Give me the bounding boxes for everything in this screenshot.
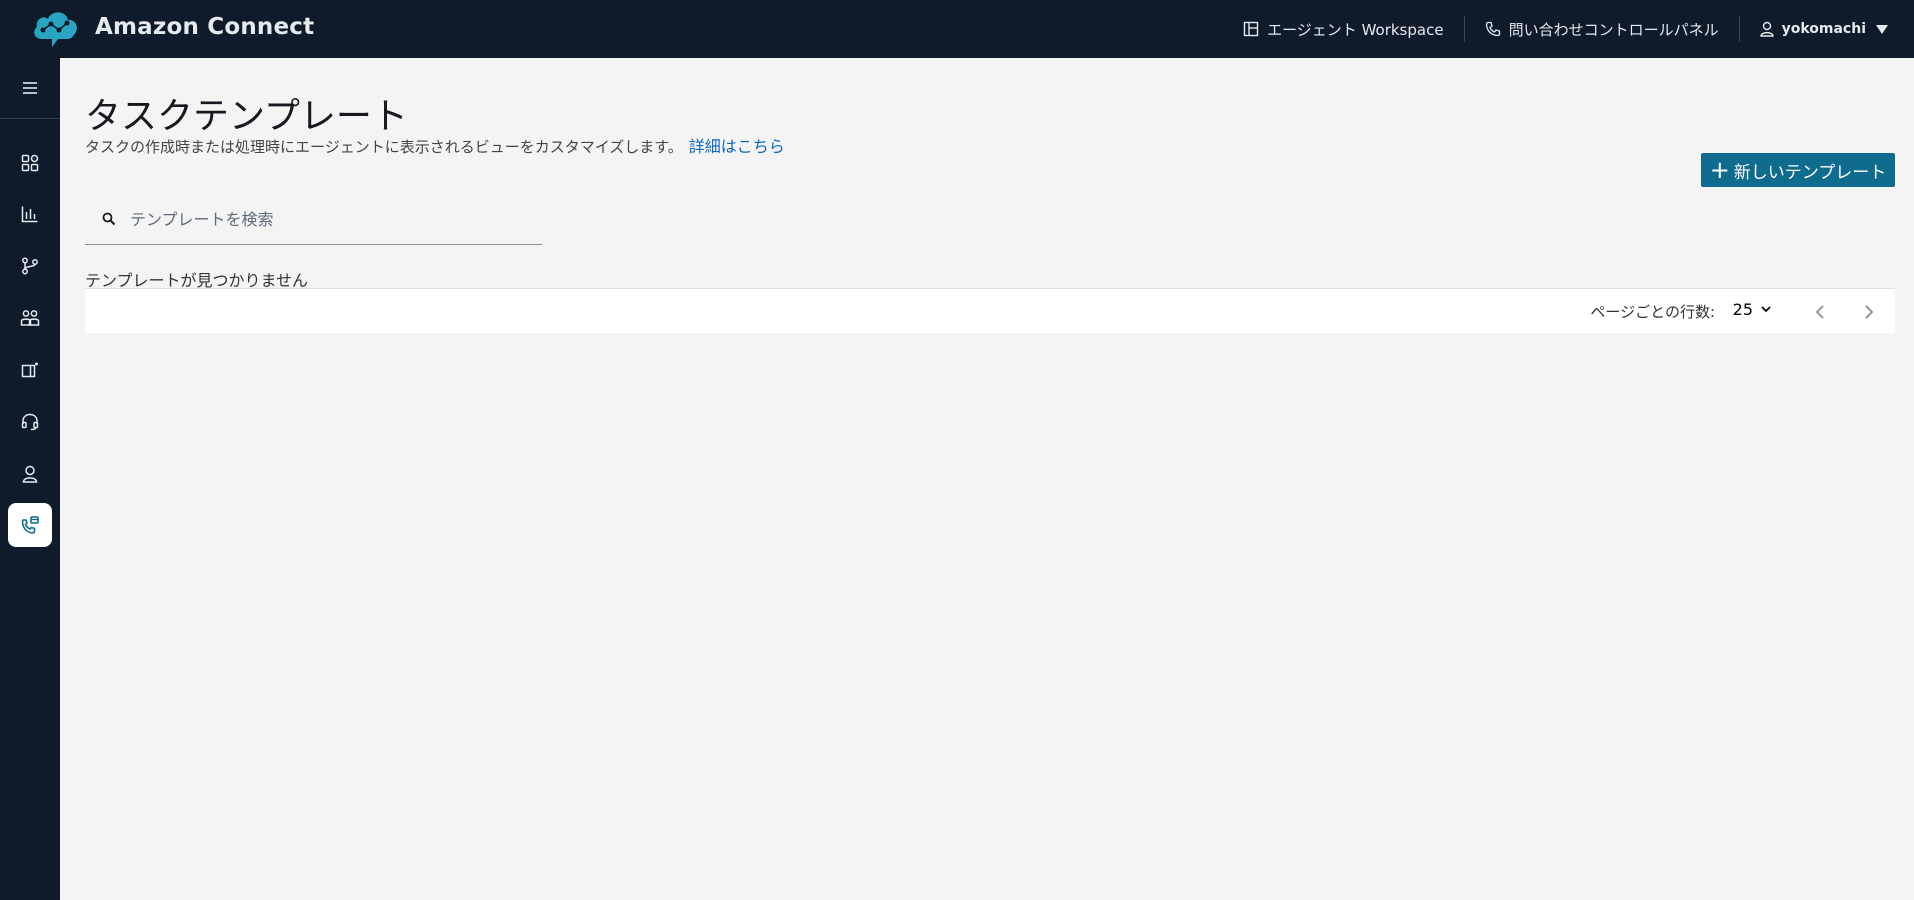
layout-icon xyxy=(1243,21,1259,37)
rows-per-page-select[interactable]: 25 xyxy=(1733,300,1771,319)
headset-icon xyxy=(21,413,39,431)
previous-page-button[interactable] xyxy=(1809,301,1831,323)
sidebar xyxy=(0,58,60,900)
new-template-button[interactable]: + 新しいテンプレート xyxy=(1701,153,1895,187)
plus-icon: + xyxy=(1709,156,1730,184)
sidebar-item-users[interactable] xyxy=(8,296,52,340)
sidebar-item-dashboard[interactable] xyxy=(8,141,52,185)
phone-icon xyxy=(1485,21,1500,37)
agent-workspace-link[interactable]: エージェント Workspace xyxy=(1243,19,1444,40)
table-footer: ページごとの行数: 25 xyxy=(85,288,1895,333)
chevron-right-icon xyxy=(1865,305,1874,319)
sidebar-divider xyxy=(0,118,60,119)
chevron-down-icon xyxy=(1761,306,1771,313)
agent-workspace-label: エージェント Workspace xyxy=(1267,20,1444,39)
divider xyxy=(1738,16,1740,42)
channels-icon xyxy=(21,362,38,378)
users-icon xyxy=(20,310,40,326)
analytics-icon xyxy=(21,206,38,223)
routing-icon xyxy=(22,257,38,275)
caret-down-icon xyxy=(1876,24,1888,34)
top-nav-bar: Amazon Connect エージェント Workspace 問い合わせコント… xyxy=(0,0,1914,58)
sidebar-item-task-templates[interactable] xyxy=(8,503,52,547)
new-template-label: 新しいテンプレート xyxy=(1733,162,1887,183)
sidebar-item-channels[interactable] xyxy=(8,348,52,392)
sidebar-item-contact-control[interactable] xyxy=(8,400,52,444)
app-title[interactable]: Amazon Connect xyxy=(95,14,314,40)
rows-per-page-value: 25 xyxy=(1732,300,1753,319)
menu-button[interactable] xyxy=(8,66,52,110)
divider xyxy=(1463,16,1465,42)
user-menu[interactable]: yokomachi xyxy=(1759,21,1888,37)
sidebar-item-analytics[interactable] xyxy=(8,192,52,236)
rows-per-page-label: ページごとの行数: xyxy=(1590,303,1715,321)
search-icon xyxy=(102,212,116,226)
sidebar-item-routing[interactable] xyxy=(8,244,52,288)
chevron-left-icon xyxy=(1815,305,1824,319)
contact-control-panel-link[interactable]: 問い合わせコントロールパネル xyxy=(1485,19,1719,40)
dashboard-icon xyxy=(21,154,39,172)
search-input[interactable] xyxy=(130,204,530,234)
amazon-connect-logo-icon xyxy=(30,5,80,51)
contact-control-panel-label: 問い合わせコントロールパネル xyxy=(1508,20,1719,39)
search-field xyxy=(85,194,542,245)
user-icon xyxy=(1759,21,1774,37)
task-templates-icon xyxy=(21,516,39,534)
description-text: タスクの作成時または処理時にエージェントに表示されるビューをカスタマイズします。 xyxy=(85,138,683,156)
profile-icon xyxy=(22,465,38,483)
next-page-button[interactable] xyxy=(1858,301,1880,323)
page-title: タスクテンプレート xyxy=(85,96,408,137)
user-name: yokomachi xyxy=(1781,21,1866,37)
learn-more-link[interactable]: 詳細はこちら xyxy=(689,137,785,156)
menu-icon xyxy=(23,82,37,94)
sidebar-item-profile[interactable] xyxy=(8,452,52,496)
page-description: タスクの作成時または処理時にエージェントに表示されるビューをカスタマイズします。… xyxy=(85,133,785,157)
